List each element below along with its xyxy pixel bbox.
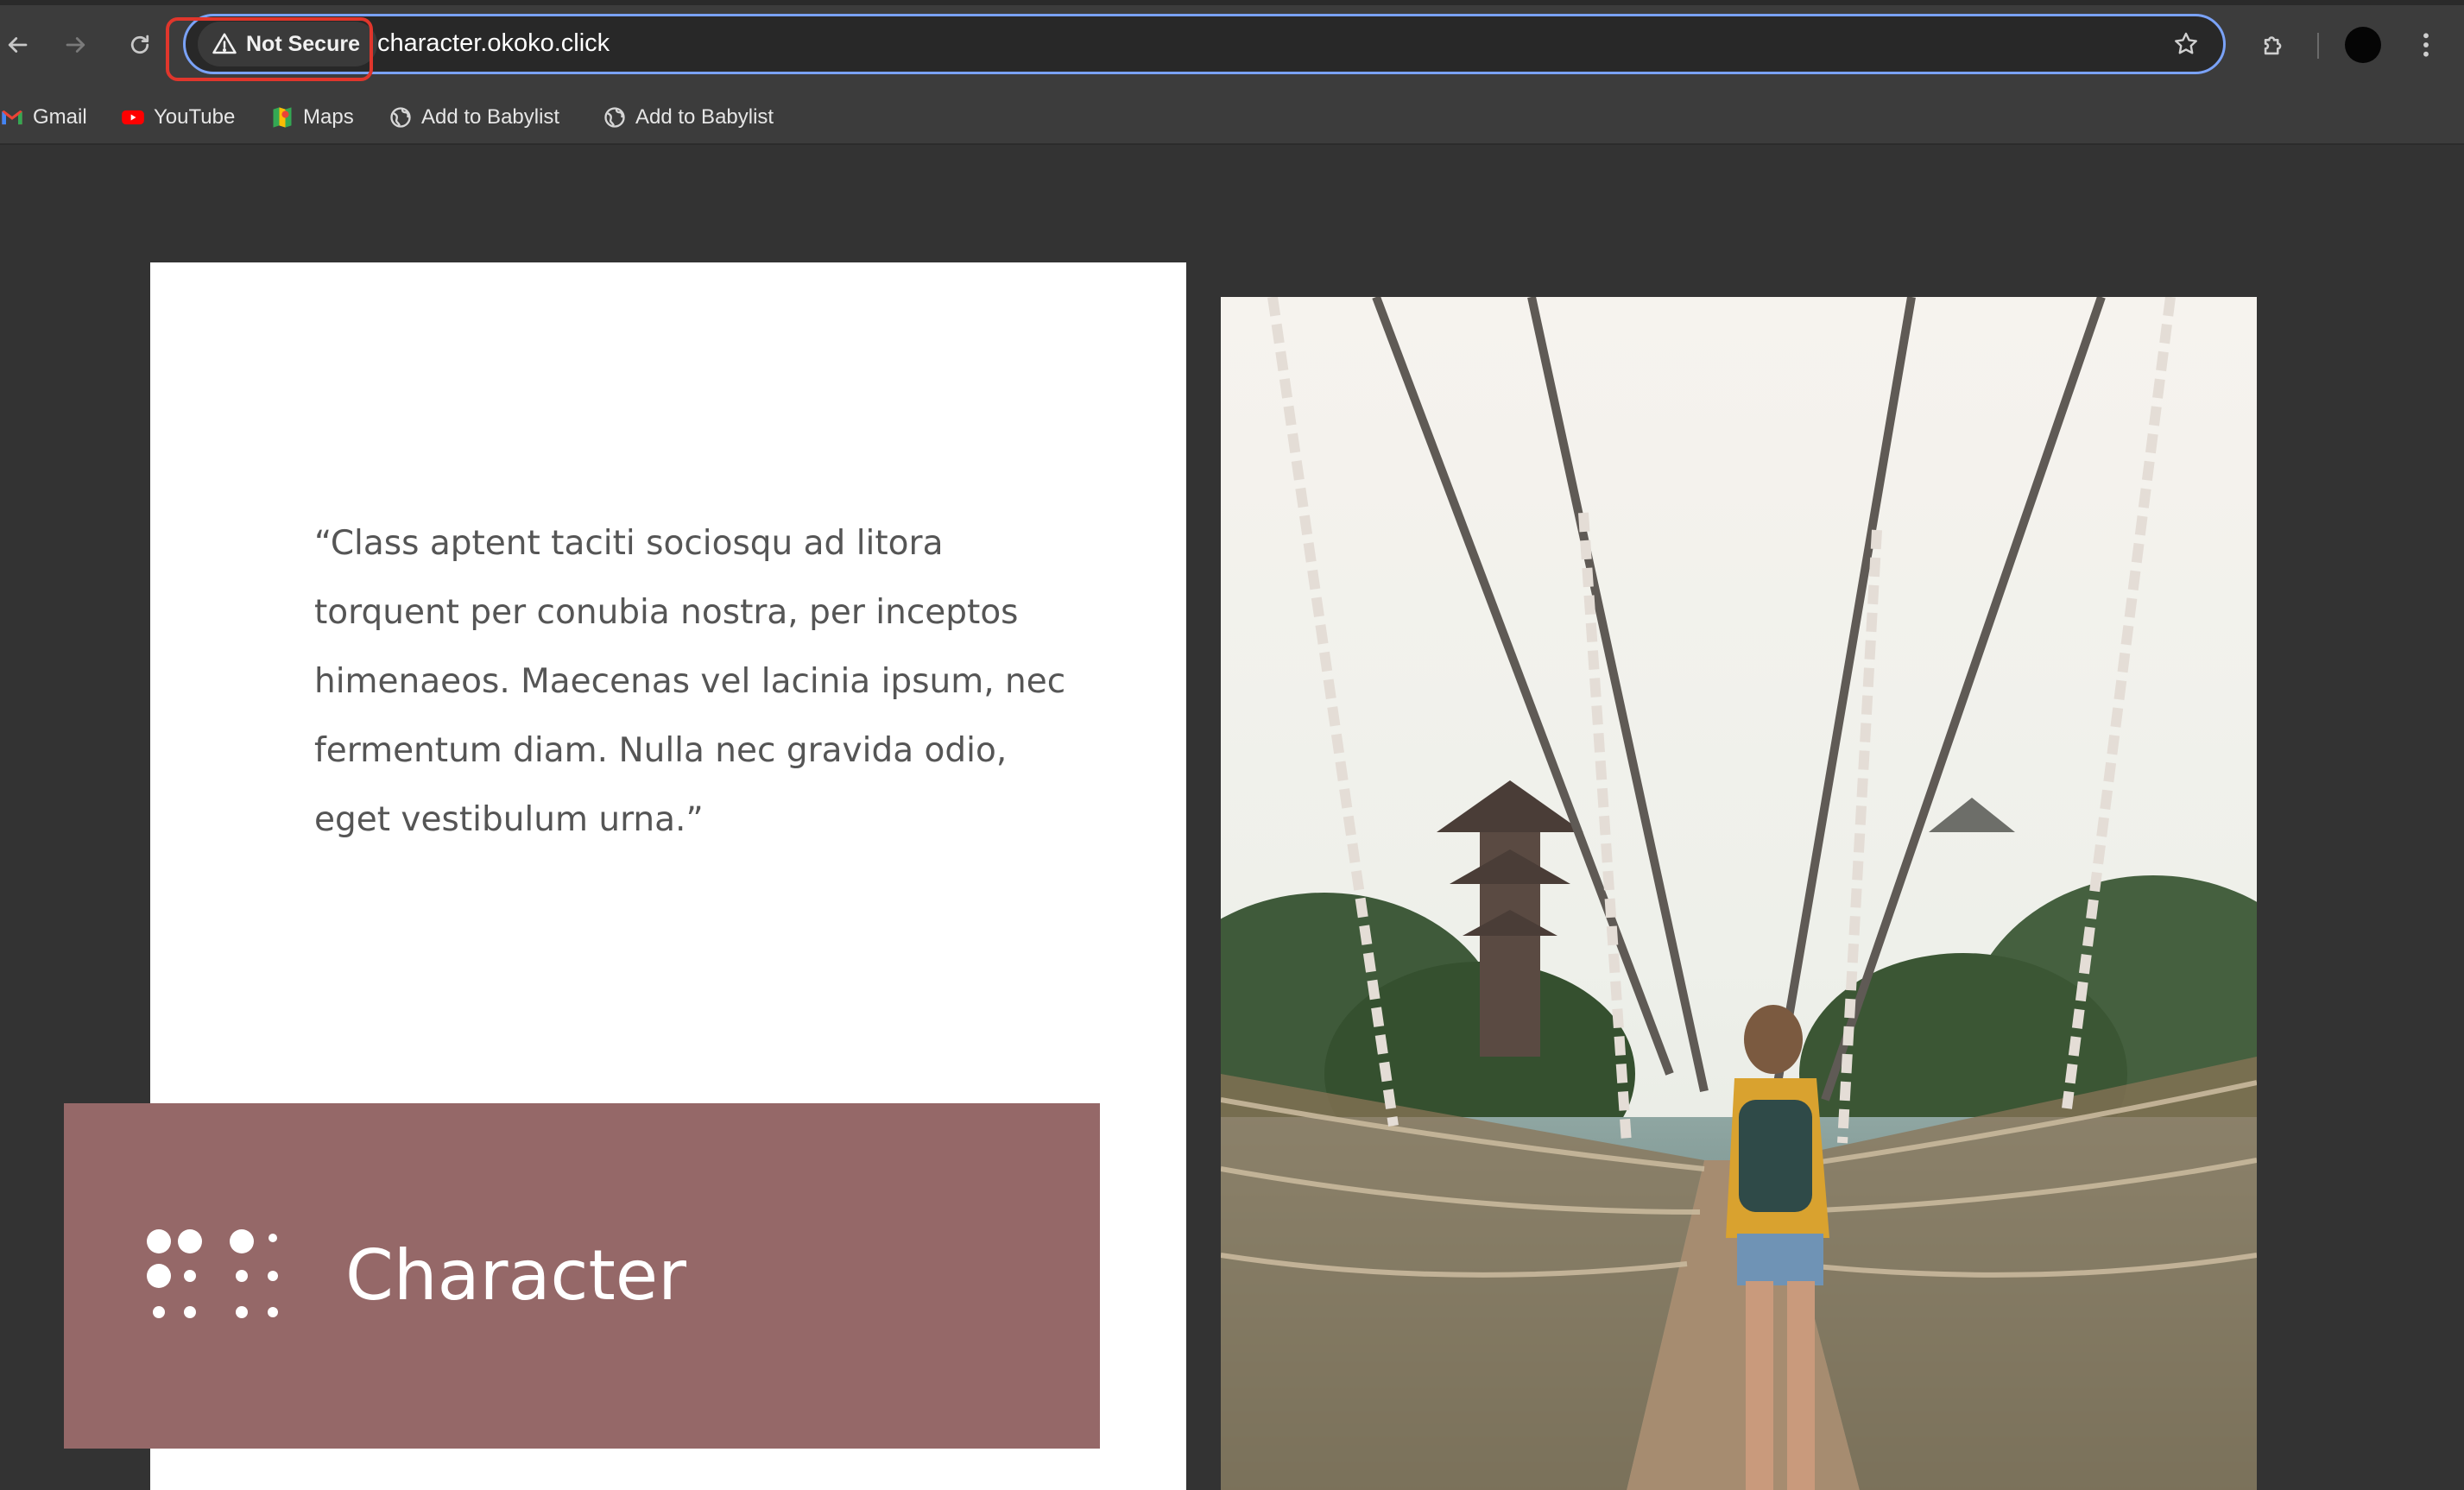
web-page: “Class aptent taciti sociosqu ad litora …	[0, 145, 2464, 1490]
warning-triangle-icon	[212, 33, 237, 54]
toolbar-divider	[2317, 33, 2319, 59]
back-button[interactable]	[0, 22, 40, 67]
bookmark-maps[interactable]: Maps	[270, 98, 354, 136]
address-bar[interactable]: Not Secure character.okoko.click	[183, 14, 2226, 74]
bookmark-add-to-babylist-2[interactable]: Add to Babylist	[603, 98, 774, 136]
url-text[interactable]: character.okoko.click	[377, 29, 610, 58]
quote-text: “Class aptent taciti sociosqu ad litora …	[314, 524, 1066, 839]
character-banner: Character	[64, 1103, 1100, 1449]
bookmarks-bar: Gmail YouTube Maps Add to Babylist Add t…	[0, 90, 2464, 145]
globe-icon	[390, 107, 411, 128]
browser-menu-button[interactable]	[2409, 22, 2443, 67]
extensions-button[interactable]	[2252, 22, 2297, 67]
bookmark-gmail[interactable]: Gmail	[0, 98, 87, 136]
rope-bridge-photo	[1221, 297, 2257, 1490]
bookmark-label: Maps	[303, 105, 354, 129]
maps-icon	[273, 107, 292, 128]
banner-title: Character	[345, 1235, 686, 1316]
bookmark-label: Gmail	[33, 105, 87, 129]
profile-avatar[interactable]	[2345, 27, 2381, 63]
more-vertical-icon	[2423, 33, 2429, 57]
bookmark-youtube[interactable]: YouTube	[121, 98, 235, 136]
bookmark-label: Add to Babylist	[421, 105, 560, 129]
dots-logo-icon	[147, 1229, 278, 1318]
globe-icon	[604, 107, 625, 128]
photo-illustration	[1221, 297, 2257, 1490]
arrow-right-icon	[66, 37, 85, 53]
star-icon	[2175, 32, 2197, 54]
reload-button[interactable]	[117, 22, 162, 67]
puzzle-icon	[2264, 36, 2282, 55]
tab-strip-edge	[0, 0, 2464, 5]
bookmark-label: Add to Babylist	[635, 105, 774, 129]
browser-toolbar: Not Secure character.okoko.click	[0, 0, 2464, 90]
security-label: Not Secure	[246, 31, 360, 56]
arrow-left-icon	[8, 37, 28, 53]
forward-button[interactable]	[54, 22, 98, 67]
bookmark-star-button[interactable]	[2166, 24, 2206, 64]
bookmark-label: YouTube	[154, 105, 236, 129]
youtube-icon	[122, 110, 144, 125]
reload-icon	[130, 35, 149, 54]
bookmark-add-to-babylist-1[interactable]: Add to Babylist	[389, 98, 559, 136]
site-security-chip[interactable]: Not Secure	[198, 22, 377, 66]
gmail-icon	[2, 110, 22, 125]
